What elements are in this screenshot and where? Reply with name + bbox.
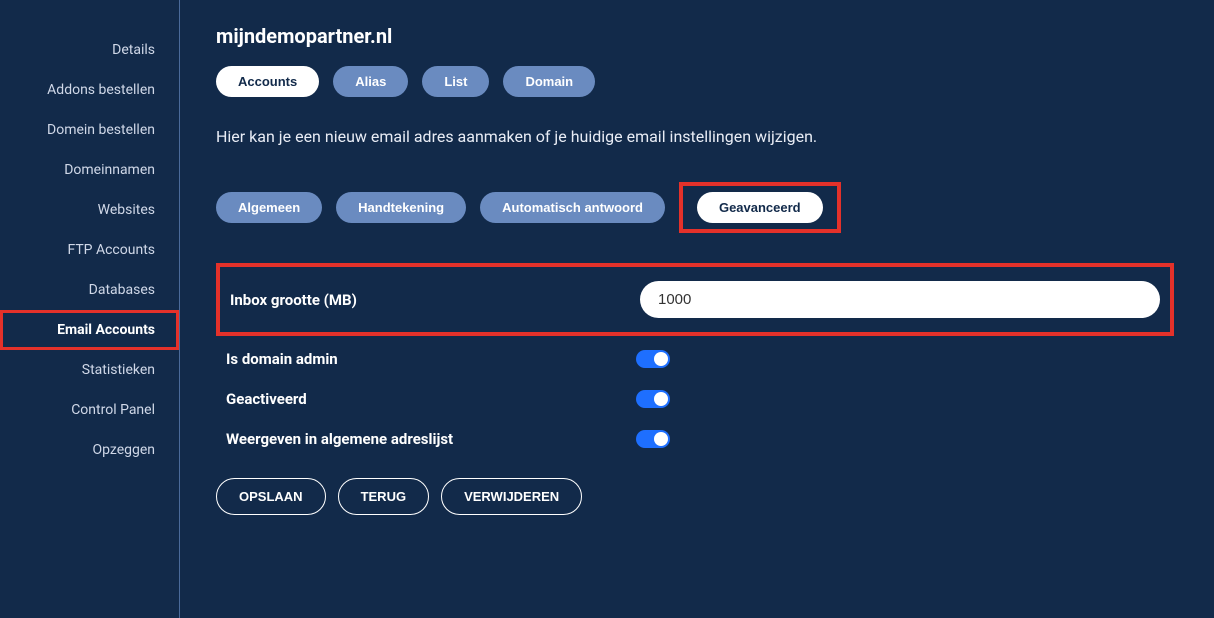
- sidebar-item-cancel[interactable]: Opzeggen: [0, 430, 179, 470]
- sidebar-item-domain-order[interactable]: Domein bestellen: [0, 110, 179, 150]
- activated-label: Geactiveerd: [226, 390, 636, 408]
- sidebar-item-addons[interactable]: Addons bestellen: [0, 70, 179, 110]
- save-button[interactable]: OPSLAAN: [216, 478, 326, 515]
- sub-tabs: Algemeen Handtekening Automatisch antwoo…: [216, 182, 1174, 233]
- sidebar-item-control-panel[interactable]: Control Panel: [0, 390, 179, 430]
- show-global-list-label: Weergeven in algemene adreslijst: [226, 430, 636, 448]
- inbox-size-highlight: Inbox grootte (MB): [216, 263, 1174, 336]
- tab-alias[interactable]: Alias: [333, 66, 408, 97]
- activated-row: Geactiveerd: [216, 390, 1174, 408]
- sidebar-item-ftp-accounts[interactable]: FTP Accounts: [0, 230, 179, 270]
- subtab-signature[interactable]: Handtekening: [336, 192, 466, 223]
- inbox-size-label: Inbox grootte (MB): [230, 291, 640, 309]
- tab-domain[interactable]: Domain: [503, 66, 595, 97]
- tab-accounts[interactable]: Accounts: [216, 66, 319, 97]
- top-tabs: Accounts Alias List Domain: [216, 66, 1174, 97]
- inbox-size-row: Inbox grootte (MB): [230, 281, 1160, 318]
- sidebar-item-statistics[interactable]: Statistieken: [0, 350, 179, 390]
- sidebar-item-email-accounts[interactable]: Email Accounts: [0, 310, 179, 350]
- back-button[interactable]: TERUG: [338, 478, 430, 515]
- page-title: mijndemopartner.nl: [216, 24, 1174, 48]
- inbox-size-input[interactable]: [640, 281, 1160, 318]
- sidebar-item-details[interactable]: Details: [0, 30, 179, 70]
- subtab-advanced[interactable]: Geavanceerd: [697, 192, 823, 223]
- domain-admin-label: Is domain admin: [226, 350, 636, 368]
- activated-toggle[interactable]: [636, 390, 670, 408]
- tab-list[interactable]: List: [422, 66, 489, 97]
- sidebar-item-databases[interactable]: Databases: [0, 270, 179, 310]
- sidebar-item-domainnames[interactable]: Domeinnamen: [0, 150, 179, 190]
- sidebar-item-websites[interactable]: Websites: [0, 190, 179, 230]
- domain-admin-toggle[interactable]: [636, 350, 670, 368]
- show-global-list-row: Weergeven in algemene adreslijst: [216, 430, 1174, 448]
- subtab-auto-reply[interactable]: Automatisch antwoord: [480, 192, 665, 223]
- subtab-general[interactable]: Algemeen: [216, 192, 322, 223]
- delete-button[interactable]: VERWIJDEREN: [441, 478, 582, 515]
- sidebar: Details Addons bestellen Domein bestelle…: [0, 0, 180, 618]
- page-description: Hier kan je een nieuw email adres aanmak…: [216, 127, 1174, 146]
- main-content: mijndemopartner.nl Accounts Alias List D…: [180, 0, 1214, 618]
- action-buttons: OPSLAAN TERUG VERWIJDEREN: [216, 478, 1174, 515]
- show-global-list-toggle[interactable]: [636, 430, 670, 448]
- domain-admin-row: Is domain admin: [216, 350, 1174, 368]
- subtab-advanced-highlight: Geavanceerd: [679, 182, 841, 233]
